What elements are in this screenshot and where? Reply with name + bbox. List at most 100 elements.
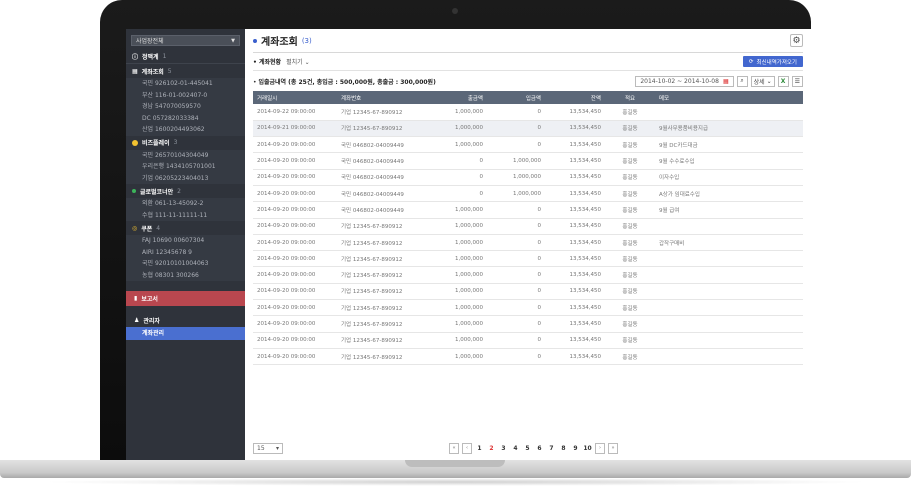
refresh-icon: ⟳ bbox=[748, 58, 754, 65]
table-cell: 2014-09-20 09:00:00 bbox=[253, 136, 337, 154]
table-row[interactable]: 2014-09-21 09:00:00 기업 12345-67-890912 1,0… bbox=[253, 120, 803, 138]
sidebar-account-item[interactable]: 국민 92010101004063 bbox=[126, 258, 245, 270]
sidebar-account-item[interactable]: 기업 06205223404013 bbox=[126, 172, 245, 184]
detail-select[interactable]: 상세 ⌄ bbox=[750, 75, 775, 87]
table-cell: 홍길동 bbox=[605, 136, 655, 154]
column-header[interactable]: 거래일시 bbox=[253, 91, 337, 104]
sidebar-section-1[interactable]: ▦ 계좌조회 5 bbox=[126, 64, 245, 78]
table-cell: 2014-09-20 09:00:00 bbox=[253, 299, 337, 317]
table-row[interactable]: 2014-09-20 09:00:00 기업 12345-67-890912 1,0… bbox=[253, 315, 803, 333]
expand-toggle[interactable]: 펼치기 ⌄ bbox=[286, 59, 310, 66]
table-cell: 0 bbox=[429, 152, 487, 170]
last-page-button[interactable]: » bbox=[608, 442, 618, 454]
table-cell: 9월 급여 bbox=[655, 201, 803, 219]
table-cell: 0 bbox=[487, 250, 545, 268]
sidebar-section-4[interactable]: ◎ 쿠폰 4 bbox=[126, 221, 245, 235]
table-cell: 13,534,450 bbox=[545, 136, 605, 154]
table-row[interactable]: 2014-09-20 09:00:00 국민 046802-04009449 1,0… bbox=[253, 201, 803, 219]
page-link[interactable]: 8 bbox=[559, 445, 568, 452]
column-header[interactable]: 출금액 bbox=[429, 91, 487, 104]
sidebar-section-3[interactable]: 글로벌코너안 2 bbox=[126, 184, 245, 198]
table-row[interactable]: 2014-09-20 09:00:00 기업 12345-67-890912 1,0… bbox=[253, 283, 803, 301]
sidebar-account-item[interactable]: 산업 1600204493062 bbox=[126, 124, 245, 136]
table-cell: 홍길동 bbox=[605, 234, 655, 252]
page-link[interactable]: 9 bbox=[571, 445, 580, 452]
sidebar-section-title: 쿠폰 bbox=[141, 225, 153, 233]
table-row[interactable]: 2014-09-20 09:00:00 기업 12345-67-890912 1,0… bbox=[253, 234, 803, 252]
column-header[interactable]: 적요 bbox=[605, 91, 655, 104]
table-cell: 2014-09-20 09:00:00 bbox=[253, 234, 337, 252]
table-cell: 홍길동 bbox=[605, 348, 655, 366]
table-cell: 2014-09-20 09:00:00 bbox=[253, 218, 337, 235]
toolbar-tools: 2014-10-02 ~ 2014-10-08 ▦ ⌕ 상세 ⌄ X ☰ bbox=[635, 75, 803, 87]
table-cell: 국민 046802-04009449 bbox=[337, 152, 429, 170]
sidebar-admin-section[interactable]: ♟ 관리자 bbox=[126, 314, 245, 327]
page-link[interactable]: 3 bbox=[499, 445, 508, 452]
column-header[interactable]: 메모 bbox=[655, 91, 803, 104]
sidebar-report-button[interactable]: ▮ 보고서 bbox=[126, 291, 245, 306]
sidebar-account-item[interactable]: 부산 116-01-002407-0 bbox=[126, 89, 245, 101]
sidebar-section-2[interactable]: 비즈플레이 3 bbox=[126, 136, 245, 150]
sidebar-item-account-management[interactable]: 계좌관리 bbox=[126, 327, 245, 340]
table-cell: 홍길동 bbox=[605, 283, 655, 301]
table-row[interactable]: 2014-09-20 09:00:00 국민 046802-04009449 0 1,… bbox=[253, 185, 803, 203]
table-cell: 1,000,000 bbox=[429, 136, 487, 154]
table-row[interactable]: 2014-09-20 09:00:00 기업 12345-67-890912 1,0… bbox=[253, 250, 803, 268]
table-row[interactable]: 2014-09-20 09:00:00 기업 12345-67-890912 1,0… bbox=[253, 218, 803, 235]
table-cell: 9월 DC카드대금 bbox=[655, 136, 803, 154]
sidebar-account-item[interactable]: FAJ 10690 00607304 bbox=[126, 235, 245, 247]
table-cell: 0 bbox=[487, 234, 545, 252]
sidebar-section-0[interactable]: ⓘ 정맥계 1 bbox=[126, 49, 245, 63]
table-row[interactable]: 2014-09-20 09:00:00 국민 046802-04009449 0 1,… bbox=[253, 152, 803, 170]
page-link[interactable]: 5 bbox=[523, 445, 532, 452]
sidebar-account-item[interactable]: 경남 547070059570 bbox=[126, 101, 245, 113]
company-select[interactable]: 사업장전체 ▼ bbox=[131, 35, 240, 46]
sidebar-section-count: 3 bbox=[173, 139, 178, 146]
column-header[interactable]: 계좌번호 bbox=[337, 91, 429, 104]
table-cell: 2014-09-20 09:00:00 bbox=[253, 266, 337, 284]
sidebar-account-item[interactable]: 국민 926102-01-445041 bbox=[126, 78, 245, 90]
table-cell: 국민 046802-04009449 bbox=[337, 185, 429, 203]
sidebar-account-item[interactable]: 수협 111-11-11111-11 bbox=[126, 209, 245, 221]
sidebar-account-item[interactable]: 국민 26570104304049 bbox=[126, 149, 245, 161]
settings-button[interactable]: ⚙ bbox=[790, 34, 803, 47]
table-cell: 13,534,450 bbox=[545, 299, 605, 317]
prev-page-button[interactable]: ‹ bbox=[462, 442, 472, 454]
transaction-toolbar: • 입출금내역 (총 25건, 총입금 : 500,000원, 총출금 : 30… bbox=[253, 71, 803, 91]
table-cell: 0 bbox=[487, 266, 545, 284]
page-link[interactable]: 4 bbox=[511, 445, 520, 452]
table-cell: 2014-09-20 09:00:00 bbox=[253, 283, 337, 301]
page-title-text: 계좌조회 bbox=[261, 37, 298, 48]
table-row[interactable]: 2014-09-20 09:00:00 기업 12345-67-890912 1,0… bbox=[253, 348, 803, 366]
search-button[interactable]: ⌕ bbox=[736, 75, 748, 87]
table-row[interactable]: 2014-09-20 09:00:00 국민 046802-04009449 0 1,… bbox=[253, 169, 803, 186]
sidebar-account-item[interactable]: DC 057282033384 bbox=[126, 112, 245, 124]
table-row[interactable]: 2014-09-20 09:00:00 기업 12345-67-890912 1,0… bbox=[253, 266, 803, 284]
page-size-select[interactable]: 15 ▾ bbox=[253, 442, 283, 454]
page-link[interactable]: 10 bbox=[583, 445, 592, 452]
sidebar-account-item[interactable]: 농협 08301 300266 bbox=[126, 269, 245, 281]
column-header[interactable]: 입금액 bbox=[487, 91, 545, 104]
page-link[interactable]: 2 bbox=[487, 445, 496, 452]
sidebar-account-item[interactable]: 우리은행 1434105701001 bbox=[126, 161, 245, 173]
table-row[interactable]: 2014-09-20 09:00:00 기업 12345-67-890912 1,0… bbox=[253, 332, 803, 349]
table-row[interactable]: 2014-09-22 09:00:00 기업 12345-67-890912 1,0… bbox=[253, 104, 803, 121]
date-range-picker[interactable]: 2014-10-02 ~ 2014-10-08 ▦ bbox=[635, 75, 734, 87]
refresh-latest-button[interactable]: ⟳ 최신내역가져오기 bbox=[742, 56, 803, 67]
sidebar-account-item[interactable]: AIRI 12345678 9 bbox=[126, 246, 245, 258]
pagination-bar: 15 ▾ « ‹ 1 2 3 4 5 6 7 8 9 10 › » bbox=[253, 440, 803, 456]
column-header[interactable]: 잔액 bbox=[545, 91, 605, 104]
first-page-button[interactable]: « bbox=[449, 442, 459, 454]
page-link[interactable]: 7 bbox=[547, 445, 556, 452]
table-cell: 홍길동 bbox=[605, 201, 655, 219]
excel-export-button[interactable]: X bbox=[777, 75, 789, 87]
table-row[interactable]: 2014-09-20 09:00:00 기업 12345-67-890912 1,0… bbox=[253, 299, 803, 317]
sidebar-account-item[interactable]: 외환 061-13-45092-2 bbox=[126, 198, 245, 210]
table-cell: 13,534,450 bbox=[545, 250, 605, 268]
list-view-button[interactable]: ☰ bbox=[791, 75, 803, 87]
page-link[interactable]: 6 bbox=[535, 445, 544, 452]
page-link[interactable]: 1 bbox=[475, 445, 484, 452]
next-page-button[interactable]: › bbox=[595, 442, 605, 454]
table-row[interactable]: 2014-09-20 09:00:00 국민 046802-04009449 1,0… bbox=[253, 136, 803, 154]
table-cell: 13,534,450 bbox=[545, 315, 605, 333]
